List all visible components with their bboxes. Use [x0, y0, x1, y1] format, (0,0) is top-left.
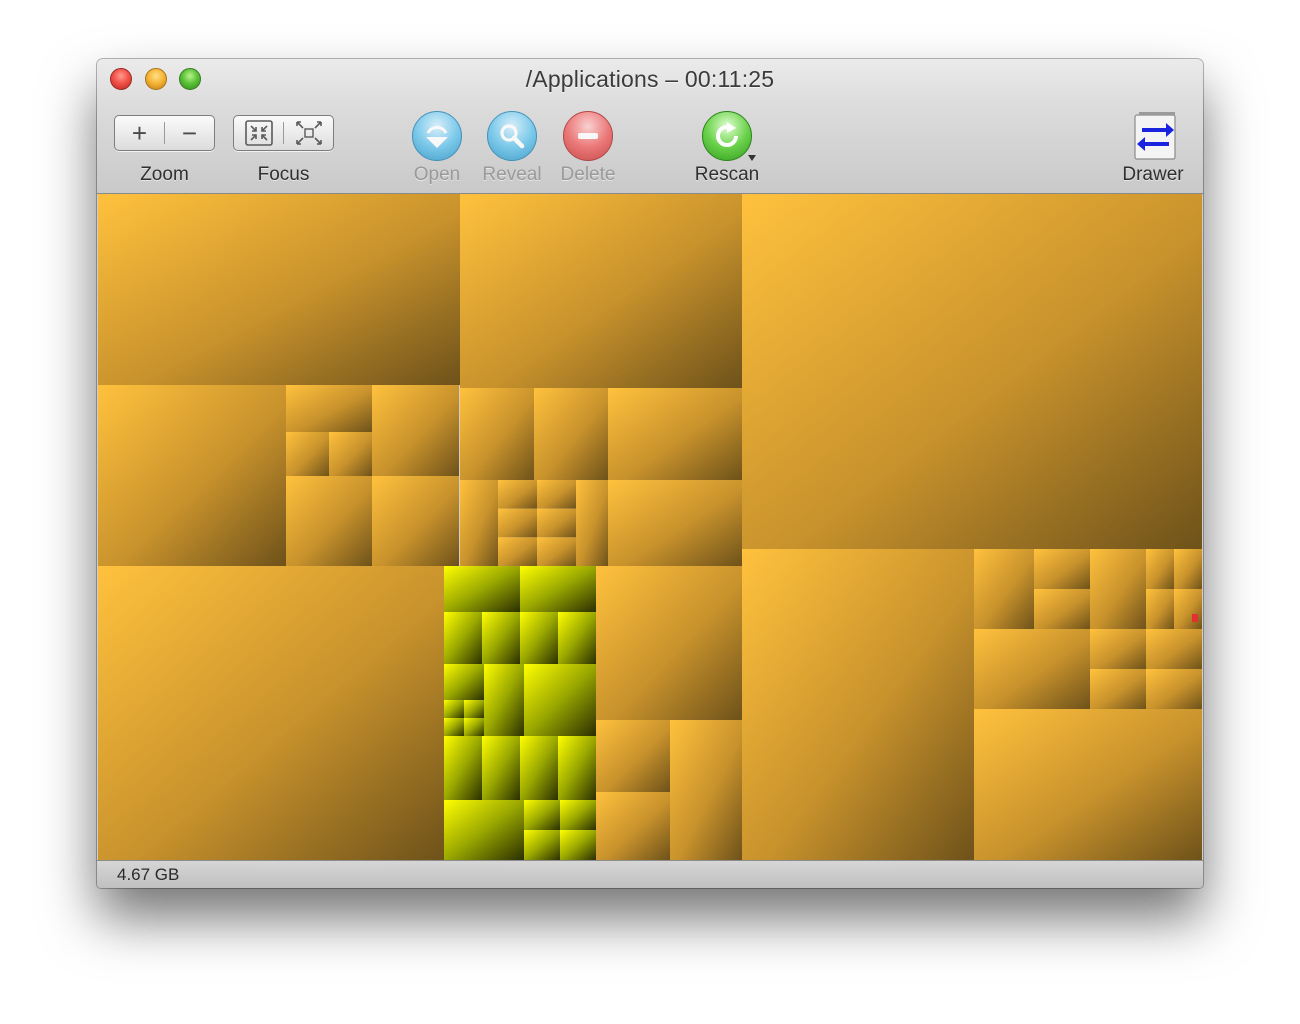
treemap-block[interactable] — [1146, 629, 1202, 669]
magnifier-icon — [500, 124, 525, 149]
refresh-icon — [716, 122, 738, 147]
rescan-label: Rescan — [694, 164, 760, 185]
rescan-menu-arrow-icon[interactable] — [748, 155, 756, 161]
zoom-control: + − — [114, 115, 215, 151]
treemap-block[interactable] — [444, 566, 520, 612]
treemap-block[interactable] — [1090, 549, 1146, 629]
zoom-out-button[interactable]: − — [165, 116, 214, 150]
treemap-block[interactable] — [460, 194, 742, 388]
treemap-block[interactable] — [560, 830, 596, 860]
treemap-block[interactable] — [974, 549, 1034, 629]
treemap-block[interactable] — [444, 612, 482, 664]
treemap-block[interactable] — [372, 476, 459, 566]
treemap-block[interactable] — [498, 480, 537, 509]
minus-icon: − — [181, 118, 198, 148]
rescan-button[interactable] — [702, 111, 752, 161]
treemap-block[interactable] — [329, 432, 372, 476]
treemap-block[interactable] — [1034, 589, 1090, 629]
treemap-block[interactable] — [596, 720, 670, 792]
treemap-block[interactable] — [524, 664, 596, 736]
swap-arrows-icon — [1134, 112, 1176, 160]
status-bar: 4.67 GB — [97, 860, 1203, 888]
treemap-block[interactable] — [524, 830, 560, 860]
treemap-block[interactable] — [1146, 669, 1202, 709]
treemap-block[interactable] — [464, 700, 484, 718]
treemap-block[interactable] — [534, 388, 608, 480]
treemap-block[interactable] — [520, 612, 558, 664]
treemap-block[interactable] — [520, 566, 596, 612]
total-size-text: 4.67 GB — [117, 865, 180, 884]
treemap-block[interactable] — [742, 549, 974, 860]
treemap-view[interactable] — [98, 194, 1202, 860]
treemap-block[interactable] — [537, 480, 576, 509]
drawer-button[interactable] — [1133, 111, 1177, 161]
treemap-block[interactable] — [98, 385, 286, 566]
treemap-block[interactable] — [286, 476, 372, 566]
minus-circle-icon — [578, 133, 598, 139]
delete-label: Delete — [560, 164, 616, 185]
treemap-block[interactable] — [560, 800, 596, 830]
treemap-block[interactable] — [1090, 629, 1146, 669]
treemap-block[interactable] — [596, 566, 742, 720]
open-button[interactable] — [412, 111, 462, 161]
treemap-block[interactable] — [576, 480, 608, 566]
treemap-block[interactable] — [498, 508, 537, 538]
treemap-block[interactable] — [1034, 549, 1090, 589]
drawer-label: Drawer — [1122, 164, 1184, 185]
treemap-block[interactable] — [670, 720, 742, 860]
treemap-block[interactable] — [596, 792, 670, 860]
focus-label: Focus — [257, 164, 310, 185]
treemap-block[interactable] — [464, 718, 484, 736]
open-arrow-icon — [426, 125, 448, 148]
treemap-block[interactable] — [286, 385, 372, 432]
treemap-block[interactable] — [444, 736, 482, 800]
treemap-block[interactable] — [372, 385, 459, 476]
delete-button[interactable] — [563, 111, 613, 161]
reveal-label: Reveal — [482, 164, 542, 185]
treemap-block[interactable] — [286, 432, 329, 476]
treemap-block[interactable] — [524, 800, 560, 830]
treemap-block[interactable] — [608, 480, 742, 566]
treemap-block[interactable] — [444, 700, 464, 718]
treemap-block[interactable] — [98, 566, 444, 860]
treemap-block[interactable] — [98, 194, 460, 385]
treemap-block[interactable] — [558, 736, 596, 800]
treemap-block[interactable] — [444, 718, 464, 736]
treemap-block[interactable] — [558, 612, 596, 664]
focus-in-button[interactable] — [234, 116, 283, 150]
treemap-block[interactable] — [742, 194, 1202, 549]
focus-control — [233, 115, 334, 151]
treemap-block[interactable] — [1174, 589, 1202, 629]
treemap-block[interactable] — [1090, 669, 1146, 709]
plus-icon: + — [131, 118, 148, 148]
treemap-block[interactable] — [537, 537, 576, 566]
title-bar: /Applications – 00:11:25 + − Zoom Focus … — [97, 59, 1203, 194]
zoom-in-button[interactable]: + — [115, 116, 164, 150]
focus-out-icon — [295, 121, 322, 145]
treemap-block[interactable] — [460, 388, 534, 480]
treemap-block[interactable] — [498, 537, 537, 566]
treemap-block[interactable] — [444, 800, 524, 860]
treemap-block[interactable] — [974, 629, 1090, 709]
treemap-block[interactable] — [1146, 589, 1174, 629]
open-label: Open — [413, 164, 461, 185]
treemap-block[interactable] — [484, 664, 524, 736]
app-window: /Applications – 00:11:25 + − Zoom Focus … — [97, 59, 1203, 888]
treemap-block[interactable] — [608, 388, 742, 480]
focus-out-button[interactable] — [284, 116, 333, 150]
treemap-highlight-block[interactable] — [1192, 614, 1198, 622]
treemap-block[interactable] — [444, 664, 484, 700]
treemap-block[interactable] — [1146, 549, 1174, 589]
window-title: /Applications – 00:11:25 — [525, 66, 775, 92]
reveal-button[interactable] — [487, 111, 537, 161]
treemap-block[interactable] — [1174, 549, 1202, 589]
treemap-block[interactable] — [520, 736, 558, 800]
focus-in-icon — [244, 120, 273, 146]
treemap-block[interactable] — [482, 736, 520, 800]
zoom-label: Zoom — [140, 164, 189, 185]
treemap-block[interactable] — [482, 612, 520, 664]
treemap-block[interactable] — [537, 508, 576, 538]
treemap-block[interactable] — [460, 480, 498, 566]
treemap-block[interactable] — [974, 709, 1202, 860]
